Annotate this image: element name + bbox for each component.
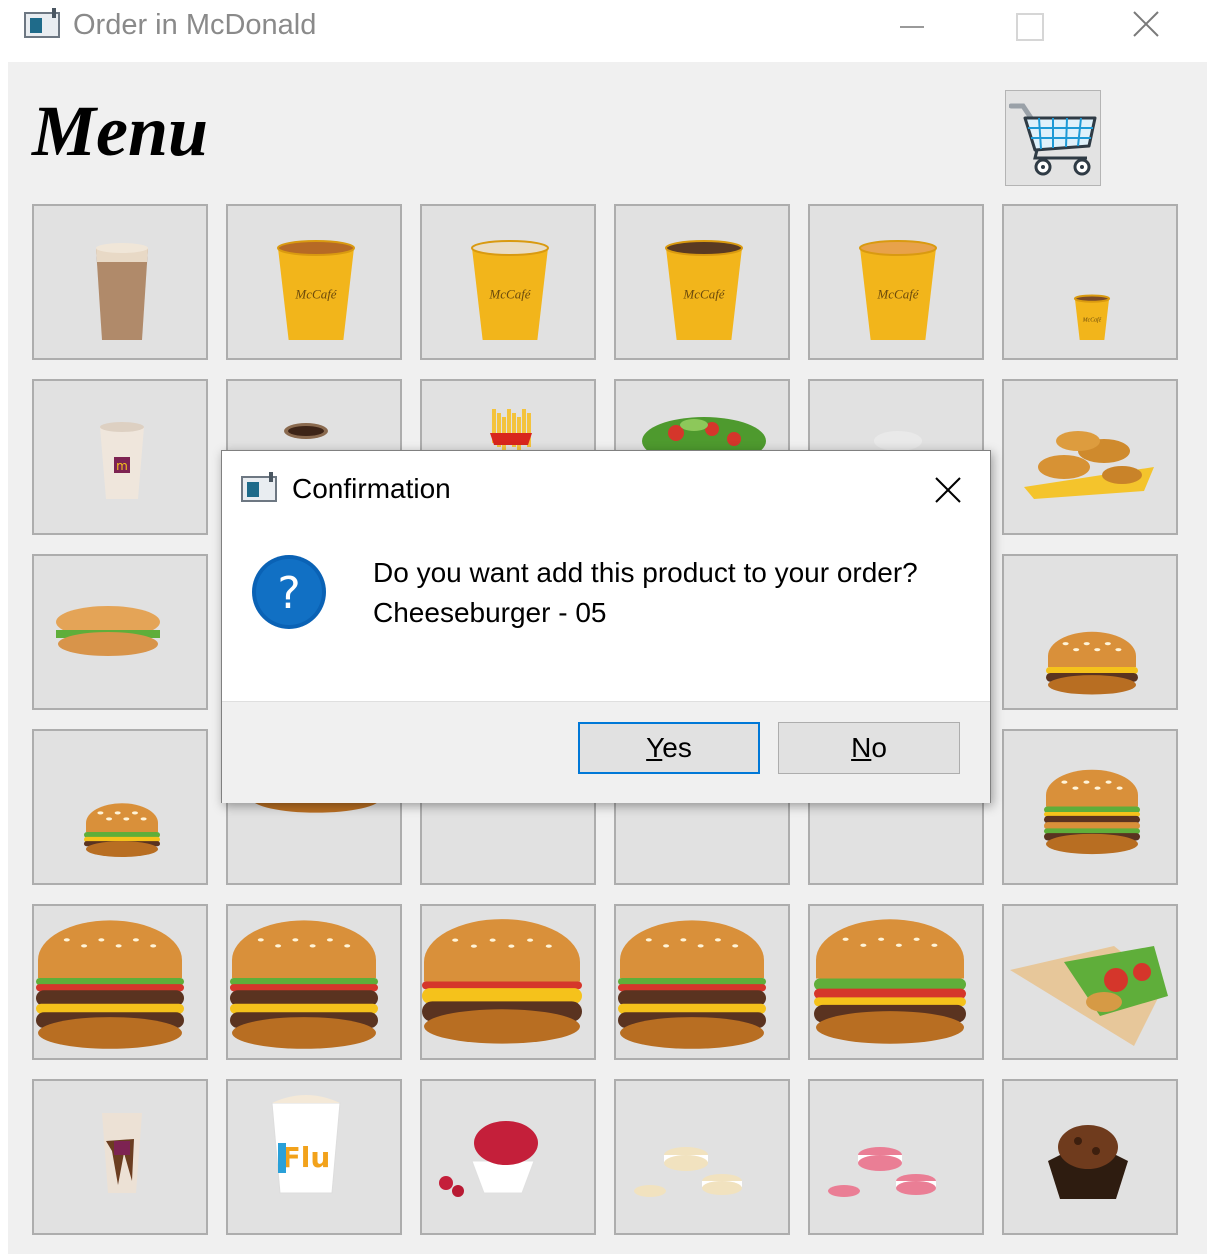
- close-icon: [935, 477, 961, 503]
- dialog-title: Confirmation: [292, 473, 451, 504]
- chicken-burger-icon: [84, 803, 160, 857]
- maximize-button[interactable]: [998, 0, 1058, 54]
- app-icon: [24, 8, 60, 38]
- menu-item-button[interactable]: McCafé: [420, 204, 596, 360]
- dialog-button-bar: Yes No: [222, 701, 990, 803]
- no-label-rest: o: [871, 732, 887, 763]
- message-product: Cheeseburger - 05: [373, 597, 607, 628]
- menu-item-button[interactable]: [32, 904, 208, 1060]
- vanilla-macaron-icon: [634, 1147, 742, 1197]
- mcflurry-icon: Flu: [271, 1095, 341, 1194]
- menu-heading: Menu: [32, 91, 209, 171]
- double-burger-icon: [230, 920, 378, 1049]
- mccafe-cappuccino-icon: McCafé: [471, 240, 549, 340]
- milkshake-icon: [102, 1113, 142, 1193]
- svg-text:McCafé: McCafé: [876, 287, 919, 302]
- menu-item-button[interactable]: [614, 1079, 790, 1235]
- menu-item-button[interactable]: [808, 904, 984, 1060]
- no-mnemonic: N: [851, 732, 872, 763]
- menu-item-button[interactable]: McCafé: [808, 204, 984, 360]
- menu-item-button[interactable]: McCafé: [1002, 204, 1178, 360]
- menu-item-button[interactable]: m: [32, 379, 208, 535]
- message-question: Do you want add this product to your ord…: [373, 557, 918, 588]
- menu-item-button[interactable]: [420, 1079, 596, 1235]
- svg-text:m: m: [116, 459, 128, 473]
- menu-item-button[interactable]: [32, 204, 208, 360]
- svg-text:?: ?: [277, 568, 300, 619]
- menu-item-button[interactable]: [32, 729, 208, 885]
- menu-item-button[interactable]: Flu: [226, 1079, 402, 1235]
- quarter-pounder-icon: [422, 919, 582, 1044]
- cheeseburger-icon: [1046, 631, 1138, 695]
- title-bar[interactable]: Order in McDonald: [0, 0, 1211, 62]
- no-button[interactable]: No: [778, 722, 960, 774]
- menu-item-button[interactable]: [1002, 379, 1178, 535]
- svg-text:Flu: Flu: [282, 1141, 331, 1174]
- close-icon: [1133, 11, 1159, 37]
- svg-text:McCafé: McCafé: [1082, 316, 1102, 323]
- dialog-close-button[interactable]: [922, 467, 974, 511]
- double-burger-icon: [618, 920, 766, 1049]
- espresso-cup-icon: McCafé: [1073, 294, 1111, 340]
- menu-item-button[interactable]: McCafé: [226, 204, 402, 360]
- shopping-cart-icon: [1009, 103, 1097, 176]
- big-mac-icon: [1044, 769, 1140, 855]
- yes-mnemonic: Y: [646, 732, 663, 763]
- milkshake-icon: m: [100, 422, 144, 499]
- menu-item-button[interactable]: [420, 904, 596, 1060]
- mccafe-tea-icon: McCafé: [277, 240, 355, 340]
- latte-cup-icon: [96, 243, 148, 340]
- menu-item-button[interactable]: [808, 1079, 984, 1235]
- double-burger-icon: [36, 920, 184, 1049]
- raspberry-dessert-icon: [439, 1121, 538, 1197]
- menu-item-button[interactable]: McCafé: [614, 204, 790, 360]
- pink-macaron-icon: [828, 1147, 936, 1197]
- menu-item-button[interactable]: [32, 1079, 208, 1235]
- menu-item-button[interactable]: [614, 904, 790, 1060]
- confirmation-dialog: Confirmation ? Do you want add this prod…: [221, 450, 991, 803]
- close-button[interactable]: [1116, 0, 1176, 54]
- menu-item-button[interactable]: [1002, 1079, 1178, 1235]
- window-title: Order in McDonald: [73, 9, 317, 41]
- svg-text:McCafé: McCafé: [294, 287, 337, 302]
- dialog-message: Do you want add this product to your ord…: [373, 553, 918, 633]
- dialog-app-icon: [241, 472, 277, 502]
- mccafe-coffee-icon: McCafé: [665, 240, 743, 340]
- svg-text:McCafé: McCafé: [682, 287, 725, 302]
- wrap-icon: [1010, 946, 1168, 1046]
- chicken-sandwich-icon: [56, 606, 160, 656]
- question-icon: ?: [252, 555, 326, 629]
- yes-label-rest: es: [662, 732, 692, 763]
- mccafe-caramel-icon: McCafé: [859, 240, 937, 340]
- cart-button[interactable]: [1005, 90, 1101, 186]
- menu-item-button[interactable]: [1002, 904, 1178, 1060]
- minimize-button[interactable]: [882, 0, 942, 54]
- muffin-icon: [1048, 1125, 1128, 1199]
- tomato-burger-icon: [814, 919, 966, 1044]
- chicken-strips-icon: [1024, 431, 1154, 499]
- menu-item-button[interactable]: [226, 904, 402, 1060]
- app-window: Order in McDonald Menu McCafé McCafé McC…: [0, 0, 1211, 1254]
- menu-item-button[interactable]: [1002, 729, 1178, 885]
- menu-item-button[interactable]: [1002, 554, 1178, 710]
- menu-item-button[interactable]: [32, 554, 208, 710]
- yes-button[interactable]: Yes: [578, 722, 760, 774]
- svg-text:McCafé: McCafé: [488, 287, 531, 302]
